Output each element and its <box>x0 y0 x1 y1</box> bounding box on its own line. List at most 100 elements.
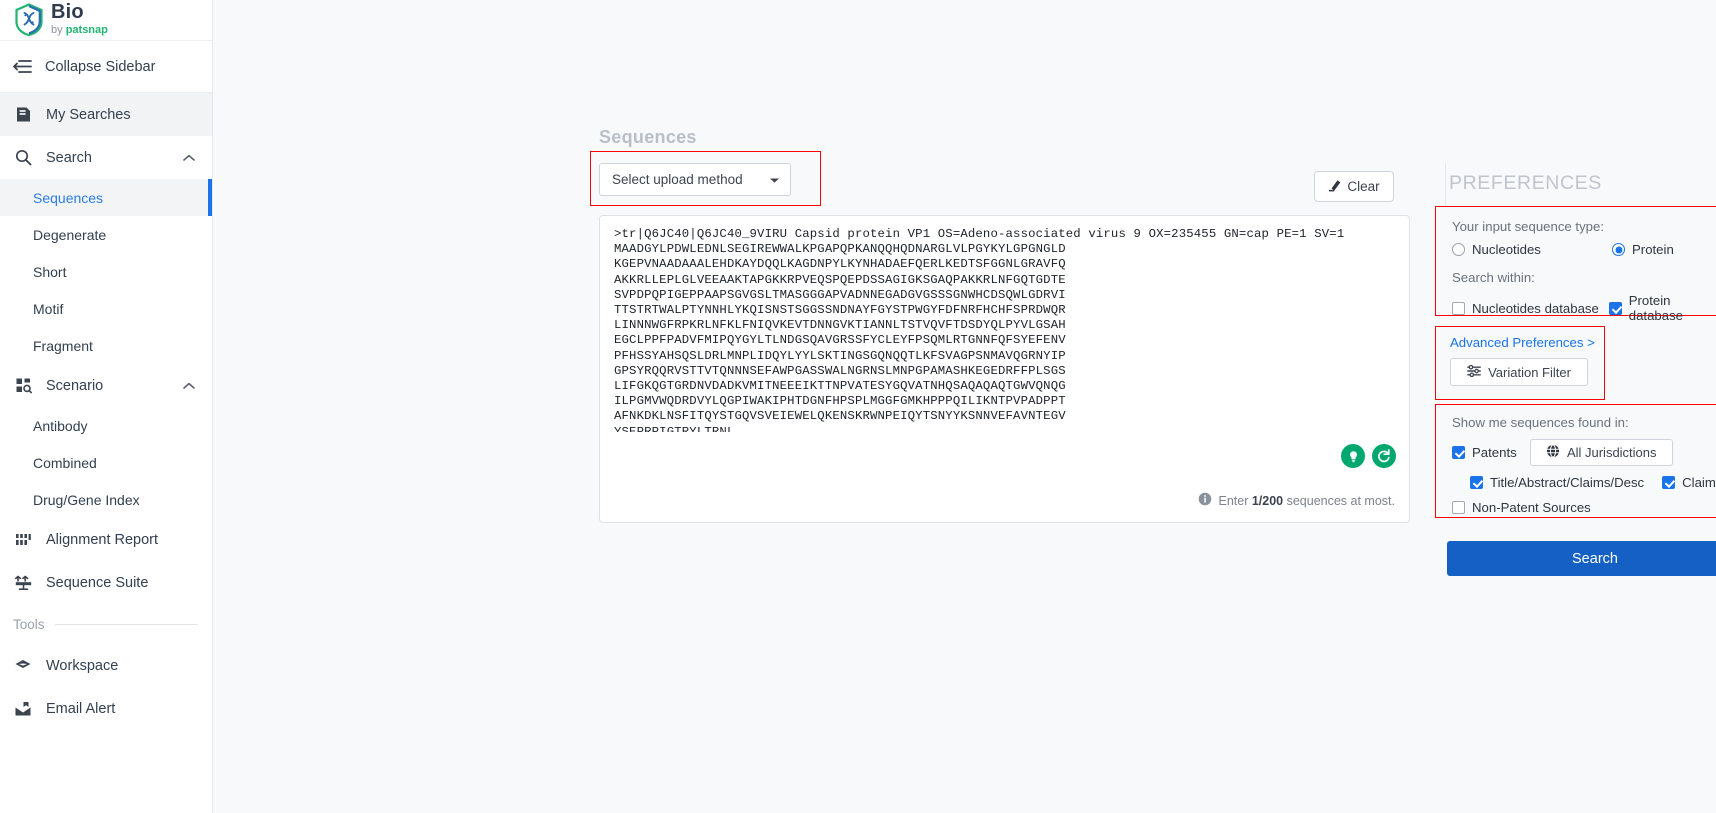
patents-row: Patents All Jurisdictions <box>1452 439 1716 466</box>
sequence-hint: Enter 1/200 sequences at most. <box>1198 492 1395 509</box>
jurisdictions-label: All Jurisdictions <box>1566 445 1657 460</box>
refresh-icon-button[interactable] <box>1372 444 1396 468</box>
checkbox-protein-database[interactable]: Protein database <box>1608 293 1716 323</box>
info-icon <box>1198 492 1212 509</box>
tools-header-label: Tools <box>13 616 45 632</box>
checkbox-non-patent-sources-label: Non-Patent Sources <box>1472 500 1591 515</box>
checkbox-patents[interactable]: Patents <box>1452 445 1517 460</box>
input-type-block: Your input sequence type: Nucleotides Pr… <box>1435 206 1716 323</box>
collapse-sidebar-button[interactable]: Collapse Sidebar <box>0 41 212 93</box>
sidebar-item-label: Email Alert <box>46 700 116 717</box>
sidebar-item-label: My Searches <box>46 106 131 123</box>
brand-text: Bio by patsnap <box>51 2 108 36</box>
advanced-preferences-link[interactable]: Advanced Preferences > <box>1450 335 1604 350</box>
jurisdictions-button[interactable]: All Jurisdictions <box>1529 439 1673 466</box>
collapse-sidebar-icon <box>13 60 32 73</box>
sidebar-item-scenario[interactable]: Scenario <box>0 364 212 407</box>
checkbox-patents-control[interactable] <box>1452 446 1465 459</box>
lightbulb-icon-button[interactable] <box>1341 444 1365 468</box>
sidebar-item-search[interactable]: Search <box>0 136 212 179</box>
variation-filter-label: Variation Filter <box>1488 364 1571 380</box>
checkbox-claims-control[interactable] <box>1662 476 1676 489</box>
sequence-card-footer: Enter 1/200 sequences at most. <box>600 430 1409 522</box>
sidebar-item-label: Sequence Suite <box>46 574 149 591</box>
input-type-radio-group: Nucleotides Protein <box>1452 242 1716 257</box>
preferences-divider <box>1445 163 1446 207</box>
search-icon <box>13 149 33 166</box>
workspace-icon <box>13 658 33 674</box>
chevron-up-icon <box>183 150 195 166</box>
sidebar-item-workspace[interactable]: Workspace <box>0 644 212 687</box>
advanced-preferences-block: Advanced Preferences > Variation Filter <box>1435 326 1605 400</box>
chevron-up-icon <box>183 378 195 394</box>
checkbox-title-abstract-claims-desc[interactable]: Title/Abstract/Claims/Desc <box>1470 475 1644 490</box>
sequence-textarea[interactable]: >tr|Q6JC40|Q6JC40_9VIRU Capsid protein V… <box>614 227 1404 432</box>
upload-method-wrapper: Select upload method <box>599 163 791 196</box>
sidebar-subitem-label: Short <box>33 263 67 280</box>
clear-button[interactable]: Clear <box>1314 171 1394 202</box>
filter-icon <box>1467 364 1481 380</box>
bio-logo-icon <box>15 2 43 36</box>
sidebar-item-label: Search <box>46 149 92 166</box>
search-button[interactable]: Search <box>1447 541 1716 576</box>
sidebar-item-alignment-report[interactable]: Alignment Report <box>0 518 212 561</box>
radio-protein-label: Protein <box>1632 242 1674 257</box>
checkbox-title-abstract-claims-desc-label: Title/Abstract/Claims/Desc <box>1490 475 1645 490</box>
sidebar: Bio by patsnap Collapse Sidebar My Searc… <box>0 0 213 813</box>
globe-icon <box>1546 444 1560 461</box>
sidebar-subitem-label: Antibody <box>33 417 88 434</box>
sidebar-subitem-label: Motif <box>33 300 64 317</box>
input-type-label: Your input sequence type: <box>1452 219 1605 234</box>
sidebar-item-label: Workspace <box>46 657 119 674</box>
sidebar-subitem-label: Sequences <box>33 189 104 206</box>
tools-section-header: Tools <box>0 604 212 644</box>
sidebar-item-degenerate[interactable]: Degenerate <box>0 216 212 253</box>
search-within-checkbox-group: Nucleotides database Protein database <box>1452 293 1716 323</box>
clear-label: Clear <box>1347 179 1380 194</box>
email-alert-icon <box>13 701 33 717</box>
page-title: Sequences <box>599 127 697 147</box>
sidebar-item-sequence-suite[interactable]: Sequence Suite <box>0 561 212 604</box>
brand-logo[interactable]: Bio by patsnap <box>0 0 212 41</box>
sidebar-item-drug-gene-index[interactable]: Drug/Gene Index <box>0 481 212 518</box>
sidebar-item-label: Scenario <box>46 377 104 394</box>
sidebar-item-motif[interactable]: Motif <box>0 290 212 327</box>
radio-nucleotides[interactable]: Nucleotides <box>1452 242 1612 257</box>
sidebar-item-short[interactable]: Short <box>0 253 212 290</box>
sidebar-subitem-label: Combined <box>33 454 97 471</box>
bars-icon <box>13 532 33 547</box>
sources-block: Show me sequences found in: Patents All … <box>1435 404 1716 518</box>
checkbox-patents-label: Patents <box>1472 445 1517 460</box>
checkbox-claims[interactable]: Claims <box>1662 475 1716 490</box>
search-button-label: Search <box>1572 550 1618 567</box>
document-icon <box>13 106 33 123</box>
brand-byline: by patsnap <box>51 23 108 36</box>
checkbox-non-patent-sources[interactable]: Non-Patent Sources <box>1452 500 1716 515</box>
radio-nucleotides-control[interactable] <box>1452 243 1465 256</box>
checkbox-protein-database-label: Protein database <box>1628 293 1683 323</box>
sidebar-item-fragment[interactable]: Fragment <box>0 327 212 364</box>
checkbox-nucleotides-database-label: Nucleotides database <box>1472 300 1599 316</box>
hint-text: Enter 1/200 sequences at most. <box>1218 493 1395 508</box>
sidebar-subitem-label: Drug/Gene Index <box>33 491 140 508</box>
search-within-label: Search within: <box>1452 270 1535 285</box>
checkbox-non-patent-sources-control[interactable] <box>1452 501 1465 514</box>
sidebar-item-sequences[interactable]: Sequences <box>0 179 212 216</box>
upload-method-value: Select upload method <box>612 172 743 187</box>
checkbox-nucleotides-database-control[interactable] <box>1452 301 1465 315</box>
variation-filter-button[interactable]: Variation Filter <box>1450 358 1588 386</box>
checkbox-protein-database-control[interactable] <box>1608 301 1622 315</box>
radio-protein[interactable]: Protein <box>1612 242 1674 257</box>
patent-fields-row: Title/Abstract/Claims/Desc Claims <box>1470 475 1716 490</box>
sidebar-item-email-alert[interactable]: Email Alert <box>0 687 212 730</box>
sequence-input-card[interactable]: >tr|Q6JC40|Q6JC40_9VIRU Capsid protein V… <box>599 215 1410 523</box>
app-root: Bio by patsnap Collapse Sidebar My Searc… <box>0 0 1716 813</box>
checkbox-nucleotides-database[interactable]: Nucleotides database <box>1452 301 1609 316</box>
sidebar-item-antibody[interactable]: Antibody <box>0 407 212 444</box>
radio-protein-control[interactable] <box>1612 243 1625 256</box>
sidebar-item-combined[interactable]: Combined <box>0 444 212 481</box>
eraser-icon <box>1328 178 1342 195</box>
sidebar-item-my-searches[interactable]: My Searches <box>0 93 212 136</box>
upload-method-select[interactable]: Select upload method <box>599 163 791 196</box>
checkbox-title-abstract-claims-desc-control[interactable] <box>1470 476 1483 489</box>
